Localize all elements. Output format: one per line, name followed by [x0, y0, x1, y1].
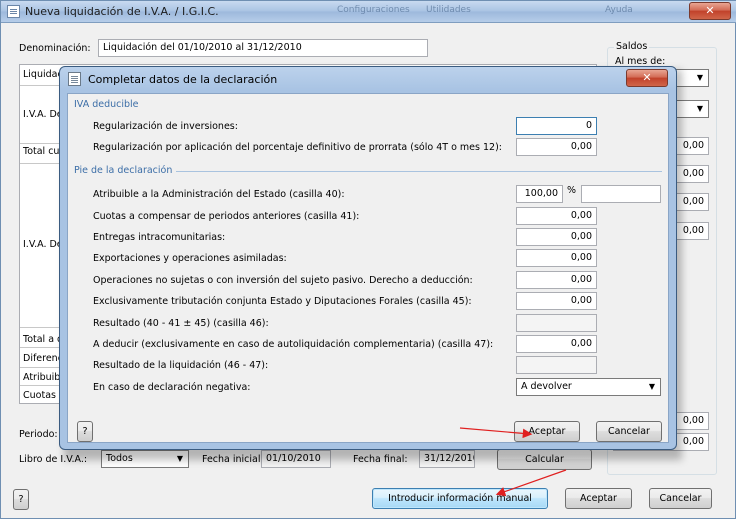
introducir-informacion-manual-button[interactable]: Introducir información manual [372, 488, 548, 509]
denominacion-label: Denominación: [19, 43, 91, 54]
row-label-operaciones-no-sujetas: Operaciones no sujetas o con inversión d… [93, 275, 473, 286]
percent-unit: % [567, 185, 577, 196]
resultado-liquidacion-input[interactable] [516, 356, 597, 374]
faded-title-3: Ayuda [605, 5, 633, 15]
row-label-resultado-46: Resultado (40 - 41 ± 45) (casilla 46): [93, 318, 269, 329]
row-label-atribuible: Atribuible a la Administración del Estad… [93, 189, 345, 200]
window-close-button[interactable]: ✕ [689, 2, 731, 20]
atribuible-input[interactable]: 100,00 [516, 185, 563, 203]
chevron-down-icon: ▼ [696, 73, 704, 82]
grid-label-iva-de-2: I.V.A. De [23, 239, 63, 250]
resultado-46-input[interactable] [516, 314, 597, 332]
atribuible-extra-input[interactable] [581, 185, 661, 203]
saldos-title: Saldos [614, 41, 650, 52]
dialog-title: Completar datos de la declaración [88, 73, 278, 86]
a-deducir-input[interactable]: 0,00 [516, 335, 597, 353]
grid-label-total-cu: Total cu [23, 146, 60, 157]
window-titlebar[interactable]: Nueva liquidación de I.V.A. / I.G.I.C. C… [1, 1, 736, 23]
operaciones-no-sujetas-input[interactable]: 0,00 [516, 271, 597, 289]
tributacion-conjunta-input[interactable]: 0,00 [516, 292, 597, 310]
row-label-regularizacion-prorrata: Regularización por aplicación del porcen… [93, 142, 502, 153]
window-title: Nueva liquidación de I.V.A. / I.G.I.C. [25, 5, 219, 18]
periodo-label: Periodo: [19, 429, 58, 440]
chevron-down-icon: ▼ [648, 382, 656, 391]
declaracion-negativa-select[interactable]: A devolver ▼ [516, 378, 661, 396]
section-pie-declaracion: Pie de la declaración [74, 165, 173, 176]
faded-title-2: Utilidades [426, 5, 471, 15]
regularizacion-inversiones-input[interactable]: 0 [516, 117, 597, 135]
entregas-intracomunitarias-input[interactable]: 0,00 [516, 228, 597, 246]
grid-label-liquidac: Liquidac [23, 69, 63, 80]
grid-label-iva-de-1: I.V.A. De [23, 109, 63, 120]
row-label-regularizacion-inversiones: Regularización de inversiones: [93, 121, 238, 132]
declaracion-negativa-value: A devolver [521, 381, 572, 392]
section-separator [176, 171, 662, 172]
row-label-exportaciones: Exportaciones y operaciones asimiladas: [93, 253, 287, 264]
exportaciones-input[interactable]: 0,00 [516, 249, 597, 267]
dialog-aceptar-button[interactable]: Aceptar [514, 421, 580, 442]
document-icon [7, 5, 20, 18]
aceptar-button[interactable]: Aceptar [565, 488, 632, 509]
grid-label-total-a-d: Total a d [23, 334, 64, 345]
row-label-cuotas-compensar: Cuotas a compensar de periodos anteriore… [93, 211, 360, 222]
section-iva-deducible: IVA deducible [74, 99, 139, 110]
dialog-close-button[interactable]: ✕ [626, 69, 668, 87]
cuotas-compensar-input[interactable]: 0,00 [516, 207, 597, 225]
row-label-entregas-intracomunitarias: Entregas intracomunitarias: [93, 232, 226, 243]
chevron-down-icon: ▼ [696, 104, 704, 113]
row-label-tributacion-conjunta: Exclusivamente tributación conjunta Esta… [93, 296, 472, 307]
grid-label-diferenc: Diferenc [23, 353, 63, 364]
help-button[interactable]: ? [13, 489, 29, 510]
cancelar-button[interactable]: Cancelar [649, 488, 712, 509]
row-label-a-deducir: A deducir (exclusivamente en caso de aut… [93, 339, 494, 350]
grid-label-atribuib: Atribuib [23, 372, 61, 383]
regularizacion-prorrata-input[interactable]: 0,00 [516, 138, 597, 156]
dialog-body: IVA deducible Regularización de inversio… [67, 93, 669, 443]
denominacion-input[interactable]: Liquidación del 01/10/2010 al 31/12/2010 [98, 39, 428, 57]
row-label-declaracion-negativa: En caso de declaración negativa: [93, 382, 251, 393]
dialog-cancelar-button[interactable]: Cancelar [596, 421, 662, 442]
completar-datos-dialog: Completar datos de la declaración ✕ IVA … [59, 66, 677, 450]
faded-title-1: Configuraciones [337, 5, 410, 15]
dialog-help-button[interactable]: ? [77, 421, 93, 442]
document-icon [68, 72, 81, 86]
row-label-resultado-liquidacion: Resultado de la liquidación (46 - 47): [93, 360, 269, 371]
